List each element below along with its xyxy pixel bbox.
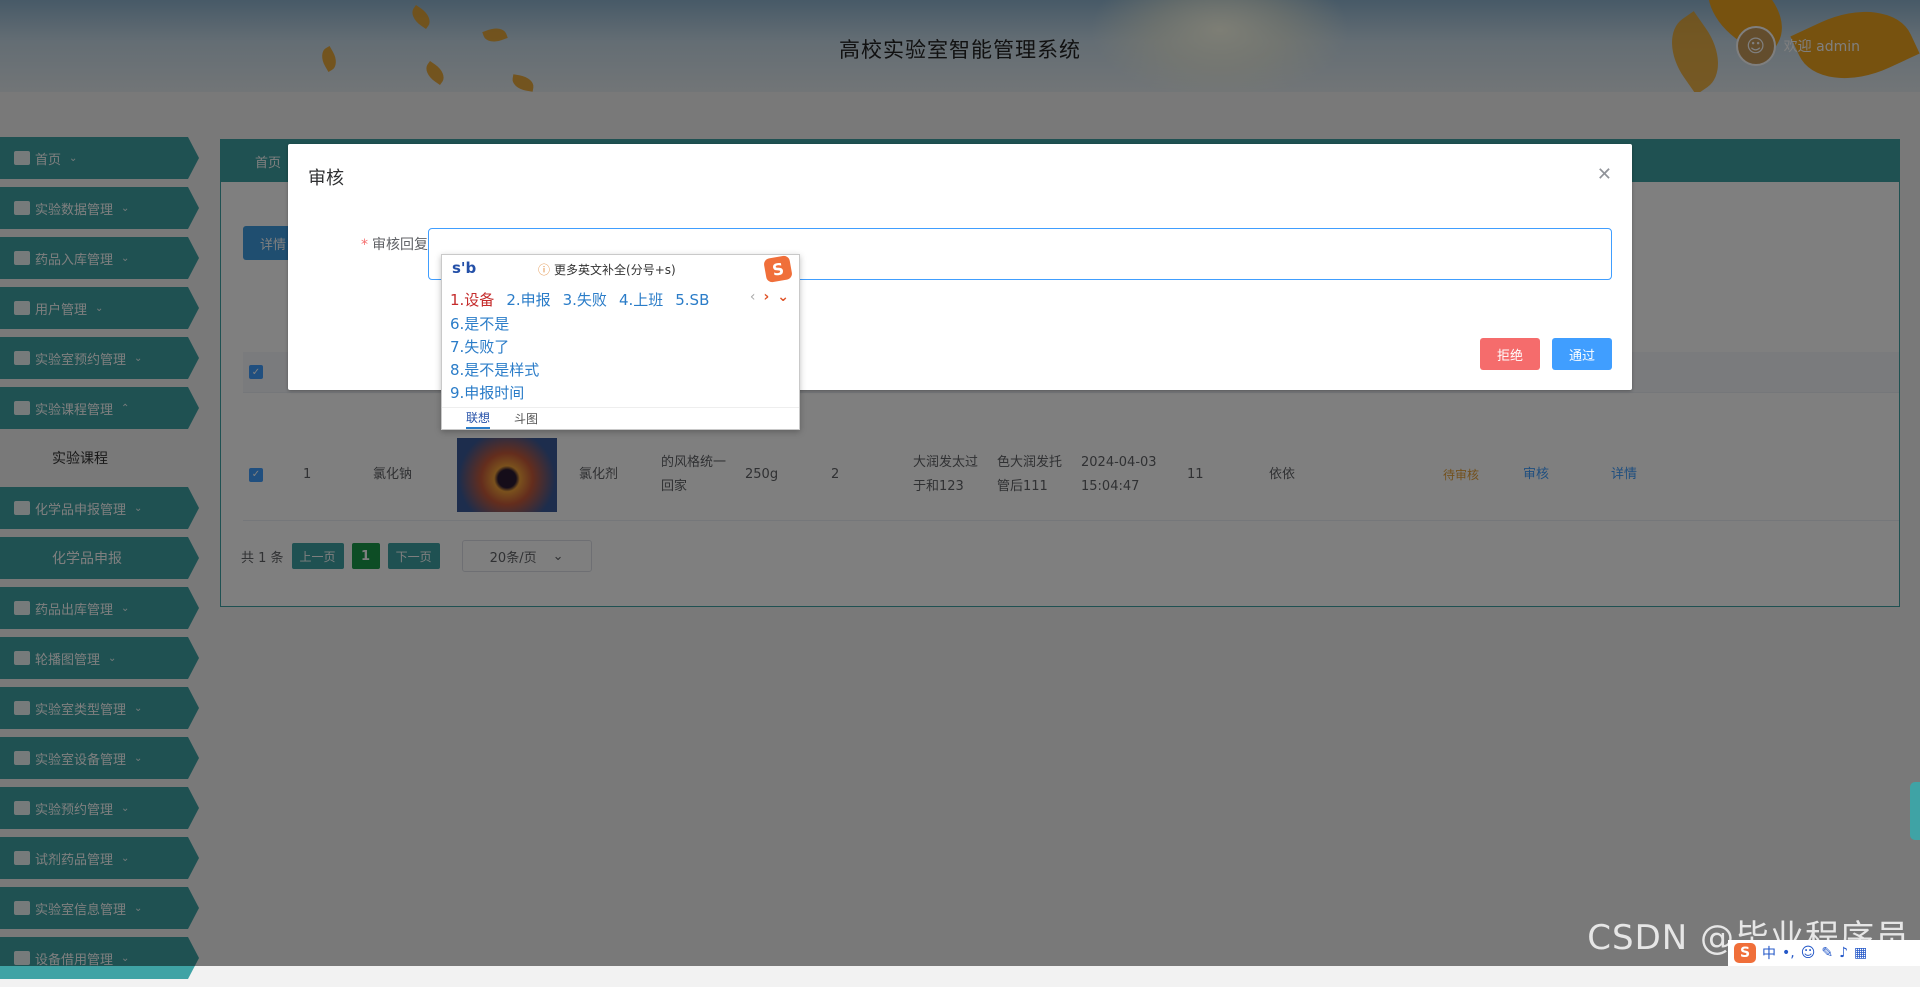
- pen-icon[interactable]: ✎: [1821, 945, 1833, 961]
- ime-hint: ⓘ 更多英文补全(分号+s): [538, 261, 676, 278]
- emoji-icon[interactable]: ☺: [1801, 945, 1816, 961]
- ime-nav: ‹ › ⌄: [750, 289, 789, 305]
- ime-candidate[interactable]: 2.申报: [506, 289, 550, 310]
- ime-candidate[interactable]: 5.SB: [675, 291, 709, 309]
- chevron-left-icon[interactable]: ‹: [750, 289, 756, 305]
- info-icon: ⓘ: [538, 263, 551, 277]
- chevron-right-icon[interactable]: ›: [763, 289, 769, 305]
- chevron-down-icon[interactable]: ⌄: [777, 289, 789, 305]
- ime-candidate-list: 6.是不是 7.失败了 8.是不是样式 9.申报时间: [450, 313, 539, 405]
- microphone-icon[interactable]: ♪: [1839, 945, 1848, 961]
- ime-tab-association[interactable]: 联想: [466, 409, 491, 429]
- ime-composition: s'b: [452, 259, 477, 277]
- required-star: *: [361, 237, 368, 253]
- reply-label-text: 审核回复: [372, 237, 428, 253]
- ime-candidate[interactable]: 8.是不是样式: [450, 359, 539, 382]
- ime-toolbar: S 中 •, ☺ ✎ ♪ ▦: [1728, 940, 1920, 966]
- ime-candidate[interactable]: 4.上班: [619, 289, 663, 310]
- reply-label: * 审核回复: [348, 234, 428, 254]
- ime-hint-text: 更多英文补全(分号+s): [554, 263, 676, 277]
- ime-tabs: 联想 斗图: [442, 407, 799, 429]
- punctuation-icon[interactable]: •,: [1782, 945, 1795, 961]
- ime-candidate[interactable]: 1.设备: [450, 289, 494, 310]
- close-icon[interactable]: ✕: [1597, 164, 1612, 185]
- ime-lang-toggle[interactable]: 中: [1762, 943, 1776, 963]
- pass-button[interactable]: 通过: [1552, 338, 1612, 370]
- ime-candidate[interactable]: 7.失败了: [450, 336, 539, 359]
- ime-candidate[interactable]: 6.是不是: [450, 313, 539, 336]
- ime-tab-meme[interactable]: 斗图: [514, 410, 538, 427]
- dialog-title: 审核: [308, 168, 344, 189]
- ime-candidate[interactable]: 3.失败: [563, 289, 607, 310]
- sogou-logo-icon: S: [763, 254, 793, 284]
- grid-icon[interactable]: ▦: [1854, 945, 1867, 961]
- ime-candidate[interactable]: 9.申报时间: [450, 382, 539, 405]
- sogou-logo-icon[interactable]: S: [1734, 943, 1756, 963]
- ime-candidate-window: s'b ⓘ 更多英文补全(分号+s) S 1.设备 2.申报 3.失败 4.上班 …: [441, 254, 800, 430]
- ime-candidate-row: 1.设备 2.申报 3.失败 4.上班 5.SB: [450, 289, 709, 310]
- side-drawer-handle[interactable]: [1910, 782, 1920, 840]
- reject-button[interactable]: 拒绝: [1480, 338, 1540, 370]
